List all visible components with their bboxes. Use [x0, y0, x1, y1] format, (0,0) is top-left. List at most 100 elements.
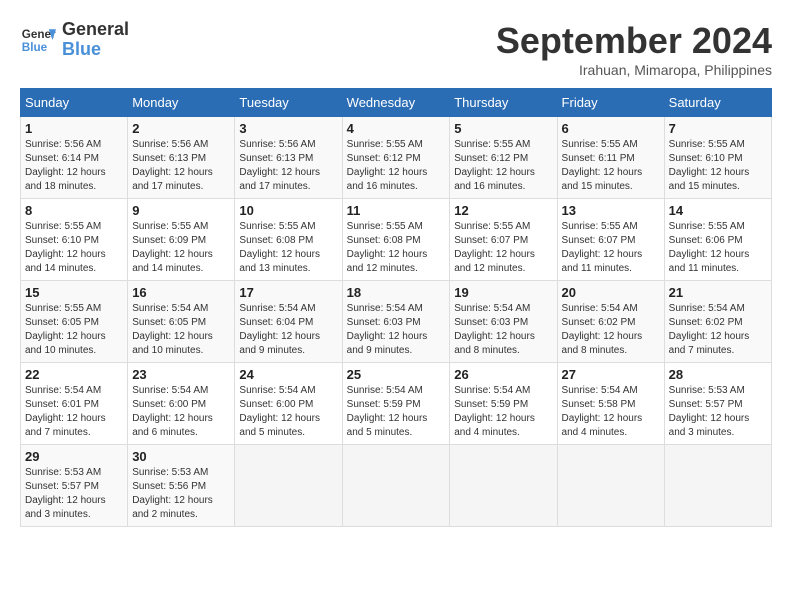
day-number: 15 — [25, 285, 123, 300]
calendar-cell: 16 Sunrise: 5:54 AM Sunset: 6:05 PM Dayl… — [128, 281, 235, 363]
day-number: 29 — [25, 449, 123, 464]
day-info: Sunrise: 5:56 AM Sunset: 6:14 PM Dayligh… — [25, 138, 123, 194]
day-info: Sunrise: 5:55 AM Sunset: 6:08 PM Dayligh… — [239, 220, 337, 276]
day-number: 6 — [562, 121, 660, 136]
day-number: 19 — [454, 285, 552, 300]
day-number: 9 — [132, 203, 230, 218]
month-title: September 2024 — [496, 20, 772, 62]
calendar-cell: 2 Sunrise: 5:56 AM Sunset: 6:13 PM Dayli… — [128, 117, 235, 199]
day-info: Sunrise: 5:55 AM Sunset: 6:08 PM Dayligh… — [347, 220, 446, 276]
day-info: Sunrise: 5:54 AM Sunset: 6:02 PM Dayligh… — [669, 302, 767, 358]
calendar-cell: 24 Sunrise: 5:54 AM Sunset: 6:00 PM Dayl… — [235, 363, 342, 445]
day-info: Sunrise: 5:55 AM Sunset: 6:05 PM Dayligh… — [25, 302, 123, 358]
calendar-cell: 4 Sunrise: 5:55 AM Sunset: 6:12 PM Dayli… — [342, 117, 450, 199]
day-info: Sunrise: 5:54 AM Sunset: 5:58 PM Dayligh… — [562, 384, 660, 440]
day-info: Sunrise: 5:55 AM Sunset: 6:09 PM Dayligh… — [132, 220, 230, 276]
calendar-cell: 18 Sunrise: 5:54 AM Sunset: 6:03 PM Dayl… — [342, 281, 450, 363]
day-number: 2 — [132, 121, 230, 136]
logo: General Blue General Blue — [20, 20, 129, 60]
day-number: 20 — [562, 285, 660, 300]
calendar-cell: 14 Sunrise: 5:55 AM Sunset: 6:06 PM Dayl… — [664, 199, 771, 281]
calendar-cell: 19 Sunrise: 5:54 AM Sunset: 6:03 PM Dayl… — [450, 281, 557, 363]
weekday-header-row: SundayMondayTuesdayWednesdayThursdayFrid… — [21, 89, 772, 117]
page-header: General Blue General Blue September 2024… — [20, 20, 772, 78]
day-info: Sunrise: 5:55 AM Sunset: 6:11 PM Dayligh… — [562, 138, 660, 194]
day-info: Sunrise: 5:55 AM Sunset: 6:12 PM Dayligh… — [347, 138, 446, 194]
day-number: 10 — [239, 203, 337, 218]
calendar-cell — [235, 445, 342, 527]
calendar-cell: 8 Sunrise: 5:55 AM Sunset: 6:10 PM Dayli… — [21, 199, 128, 281]
calendar-cell: 5 Sunrise: 5:55 AM Sunset: 6:12 PM Dayli… — [450, 117, 557, 199]
calendar-cell: 27 Sunrise: 5:54 AM Sunset: 5:58 PM Dayl… — [557, 363, 664, 445]
day-info: Sunrise: 5:54 AM Sunset: 6:05 PM Dayligh… — [132, 302, 230, 358]
day-info: Sunrise: 5:54 AM Sunset: 6:00 PM Dayligh… — [239, 384, 337, 440]
weekday-header-thursday: Thursday — [450, 89, 557, 117]
day-info: Sunrise: 5:54 AM Sunset: 6:03 PM Dayligh… — [347, 302, 446, 358]
weekday-header-saturday: Saturday — [664, 89, 771, 117]
calendar-cell: 23 Sunrise: 5:54 AM Sunset: 6:00 PM Dayl… — [128, 363, 235, 445]
calendar-cell: 9 Sunrise: 5:55 AM Sunset: 6:09 PM Dayli… — [128, 199, 235, 281]
day-info: Sunrise: 5:54 AM Sunset: 6:03 PM Dayligh… — [454, 302, 552, 358]
calendar-week-2: 8 Sunrise: 5:55 AM Sunset: 6:10 PM Dayli… — [21, 199, 772, 281]
day-number: 7 — [669, 121, 767, 136]
calendar-week-1: 1 Sunrise: 5:56 AM Sunset: 6:14 PM Dayli… — [21, 117, 772, 199]
calendar-cell: 25 Sunrise: 5:54 AM Sunset: 5:59 PM Dayl… — [342, 363, 450, 445]
calendar-cell: 21 Sunrise: 5:54 AM Sunset: 6:02 PM Dayl… — [664, 281, 771, 363]
day-number: 12 — [454, 203, 552, 218]
calendar-cell: 13 Sunrise: 5:55 AM Sunset: 6:07 PM Dayl… — [557, 199, 664, 281]
day-number: 27 — [562, 367, 660, 382]
calendar-cell: 1 Sunrise: 5:56 AM Sunset: 6:14 PM Dayli… — [21, 117, 128, 199]
calendar-cell — [664, 445, 771, 527]
day-info: Sunrise: 5:53 AM Sunset: 5:57 PM Dayligh… — [669, 384, 767, 440]
calendar-cell: 3 Sunrise: 5:56 AM Sunset: 6:13 PM Dayli… — [235, 117, 342, 199]
calendar-cell: 6 Sunrise: 5:55 AM Sunset: 6:11 PM Dayli… — [557, 117, 664, 199]
day-number: 18 — [347, 285, 446, 300]
day-info: Sunrise: 5:55 AM Sunset: 6:07 PM Dayligh… — [454, 220, 552, 276]
weekday-header-friday: Friday — [557, 89, 664, 117]
calendar-cell: 29 Sunrise: 5:53 AM Sunset: 5:57 PM Dayl… — [21, 445, 128, 527]
day-number: 5 — [454, 121, 552, 136]
day-info: Sunrise: 5:55 AM Sunset: 6:12 PM Dayligh… — [454, 138, 552, 194]
day-number: 4 — [347, 121, 446, 136]
calendar-week-4: 22 Sunrise: 5:54 AM Sunset: 6:01 PM Dayl… — [21, 363, 772, 445]
calendar-cell — [557, 445, 664, 527]
weekday-header-sunday: Sunday — [21, 89, 128, 117]
calendar-table: SundayMondayTuesdayWednesdayThursdayFrid… — [20, 88, 772, 527]
weekday-header-wednesday: Wednesday — [342, 89, 450, 117]
day-info: Sunrise: 5:53 AM Sunset: 5:57 PM Dayligh… — [25, 466, 123, 522]
calendar-cell: 26 Sunrise: 5:54 AM Sunset: 5:59 PM Dayl… — [450, 363, 557, 445]
day-info: Sunrise: 5:54 AM Sunset: 5:59 PM Dayligh… — [347, 384, 446, 440]
day-number: 21 — [669, 285, 767, 300]
day-number: 13 — [562, 203, 660, 218]
day-number: 11 — [347, 203, 446, 218]
day-number: 25 — [347, 367, 446, 382]
weekday-header-monday: Monday — [128, 89, 235, 117]
day-info: Sunrise: 5:54 AM Sunset: 5:59 PM Dayligh… — [454, 384, 552, 440]
day-info: Sunrise: 5:54 AM Sunset: 6:00 PM Dayligh… — [132, 384, 230, 440]
location: Irahuan, Mimaropa, Philippines — [496, 62, 772, 78]
day-info: Sunrise: 5:54 AM Sunset: 6:04 PM Dayligh… — [239, 302, 337, 358]
calendar-cell: 17 Sunrise: 5:54 AM Sunset: 6:04 PM Dayl… — [235, 281, 342, 363]
day-info: Sunrise: 5:53 AM Sunset: 5:56 PM Dayligh… — [132, 466, 230, 522]
day-info: Sunrise: 5:55 AM Sunset: 6:10 PM Dayligh… — [25, 220, 123, 276]
day-number: 24 — [239, 367, 337, 382]
day-number: 28 — [669, 367, 767, 382]
day-info: Sunrise: 5:54 AM Sunset: 6:01 PM Dayligh… — [25, 384, 123, 440]
day-info: Sunrise: 5:56 AM Sunset: 6:13 PM Dayligh… — [239, 138, 337, 194]
day-number: 23 — [132, 367, 230, 382]
calendar-cell: 28 Sunrise: 5:53 AM Sunset: 5:57 PM Dayl… — [664, 363, 771, 445]
calendar-cell — [450, 445, 557, 527]
day-number: 14 — [669, 203, 767, 218]
calendar-cell: 22 Sunrise: 5:54 AM Sunset: 6:01 PM Dayl… — [21, 363, 128, 445]
day-number: 16 — [132, 285, 230, 300]
day-info: Sunrise: 5:56 AM Sunset: 6:13 PM Dayligh… — [132, 138, 230, 194]
logo-icon: General Blue — [20, 22, 56, 58]
calendar-cell: 30 Sunrise: 5:53 AM Sunset: 5:56 PM Dayl… — [128, 445, 235, 527]
day-info: Sunrise: 5:55 AM Sunset: 6:06 PM Dayligh… — [669, 220, 767, 276]
day-info: Sunrise: 5:55 AM Sunset: 6:07 PM Dayligh… — [562, 220, 660, 276]
calendar-cell: 11 Sunrise: 5:55 AM Sunset: 6:08 PM Dayl… — [342, 199, 450, 281]
calendar-week-5: 29 Sunrise: 5:53 AM Sunset: 5:57 PM Dayl… — [21, 445, 772, 527]
day-number: 1 — [25, 121, 123, 136]
calendar-cell: 12 Sunrise: 5:55 AM Sunset: 6:07 PM Dayl… — [450, 199, 557, 281]
title-block: September 2024 Irahuan, Mimaropa, Philip… — [496, 20, 772, 78]
